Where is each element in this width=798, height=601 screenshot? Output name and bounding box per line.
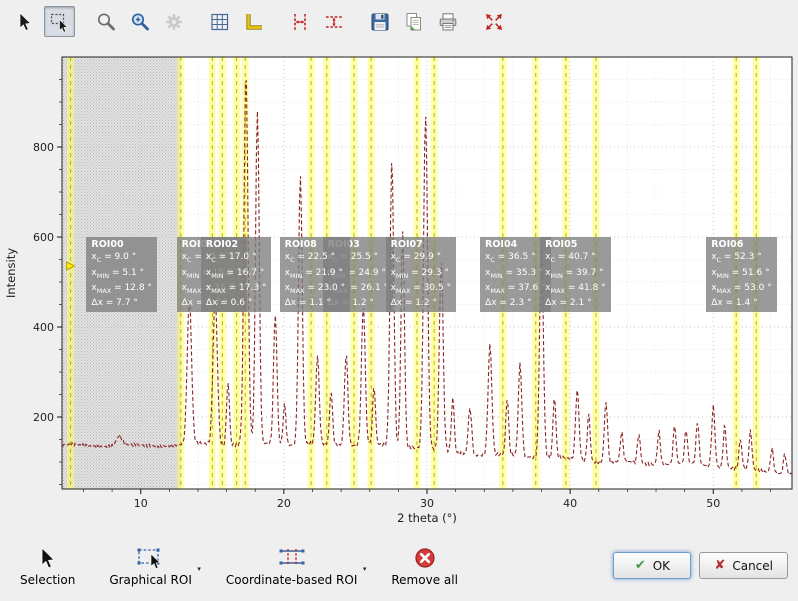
remove-all-icon (413, 546, 437, 570)
toolbar-separator (352, 21, 361, 22)
cancel-button-label: Cancel (732, 559, 773, 573)
remove-all-label: Remove all (391, 573, 458, 587)
save-icon (369, 11, 391, 33)
coordinate-roi-label: Coordinate-based ROI (226, 573, 357, 587)
selection-tool-button[interactable]: Selection (16, 544, 79, 589)
grid-toggle-button[interactable] (204, 6, 235, 37)
horizontal-markers-icon (323, 11, 345, 33)
graphical-roi-button[interactable]: ▾ Graphical ROI (105, 544, 196, 589)
expand-button[interactable] (478, 6, 509, 37)
remove-all-button[interactable]: Remove all (387, 544, 462, 589)
plot-canvas[interactable]: 2 theta (°) Intensity 10 20 30 40 50 200 400 60… (0, 48, 798, 535)
svg-text:800: 800 (33, 141, 54, 154)
svg-text:600: 600 (33, 231, 54, 244)
dropdown-arrow-icon: ▾ (363, 566, 367, 573)
ok-button[interactable]: ✔ OK (613, 552, 691, 579)
x-range-markers-button[interactable] (284, 6, 315, 37)
save-button[interactable] (364, 6, 395, 37)
pointer-tool-button[interactable] (10, 6, 41, 37)
y-range-markers-button[interactable] (318, 6, 349, 37)
ok-check-icon: ✔ (635, 558, 646, 573)
magnifier-icon (95, 11, 117, 33)
selection-rect-icon (49, 11, 71, 33)
ok-button-label: OK (653, 559, 670, 573)
plot-area: 2 theta (°) Intensity 10 20 30 40 50 200 400 60… (0, 48, 798, 535)
zoom-tool-button[interactable] (90, 6, 121, 37)
svg-text:40: 40 (563, 497, 577, 510)
toolbar-separator (466, 21, 475, 22)
y-axis-label: Intensity (4, 248, 18, 298)
selection-cursor-icon (36, 546, 60, 570)
x-axis-label: 2 theta (°) (397, 511, 457, 525)
svg-text:20: 20 (277, 497, 291, 510)
copy-button[interactable] (398, 6, 429, 37)
pointer-arrow-icon (15, 11, 37, 33)
zoom-in-button[interactable] (124, 6, 155, 37)
svg-text:10: 10 (134, 497, 148, 510)
svg-text:50: 50 (706, 497, 720, 510)
svg-text:30: 30 (420, 497, 434, 510)
svg-text:400: 400 (33, 321, 54, 334)
dialog-button-box: ✔ OK ✘ Cancel (613, 552, 788, 579)
dropdown-arrow-icon: ▾ (197, 566, 201, 573)
magnifier-blue-icon (129, 11, 151, 33)
gear-icon (163, 11, 185, 33)
toolbar-separator (272, 21, 281, 22)
print-button[interactable] (432, 6, 463, 37)
plot-options-button[interactable] (158, 6, 189, 37)
cancel-button[interactable]: ✘ Cancel (699, 552, 788, 579)
copy-icon (403, 11, 425, 33)
coordinate-roi-icon (277, 546, 307, 570)
roi-action-bar: Selection ▾ Graphical ROI ▾ Coordinate-b… (16, 544, 462, 589)
coordinate-roi-button[interactable]: ▾ Coordinate-based ROI (222, 544, 361, 589)
print-icon (437, 11, 459, 33)
grid-icon (209, 11, 231, 33)
cancel-cross-icon: ✘ (714, 558, 725, 573)
toolbar-separator (192, 21, 201, 22)
toolbar-separator (78, 21, 87, 22)
axes-toggle-button[interactable] (238, 6, 269, 37)
axes-icon (243, 11, 265, 33)
expand-arrows-icon (483, 11, 505, 33)
selection-label: Selection (20, 573, 75, 587)
selection-mode-button[interactable] (44, 6, 75, 37)
vertical-markers-icon (289, 11, 311, 33)
graphical-roi-label: Graphical ROI (109, 573, 192, 587)
plot-toolbar (10, 6, 509, 37)
graphical-roi-icon (136, 546, 166, 570)
svg-text:200: 200 (33, 411, 54, 424)
